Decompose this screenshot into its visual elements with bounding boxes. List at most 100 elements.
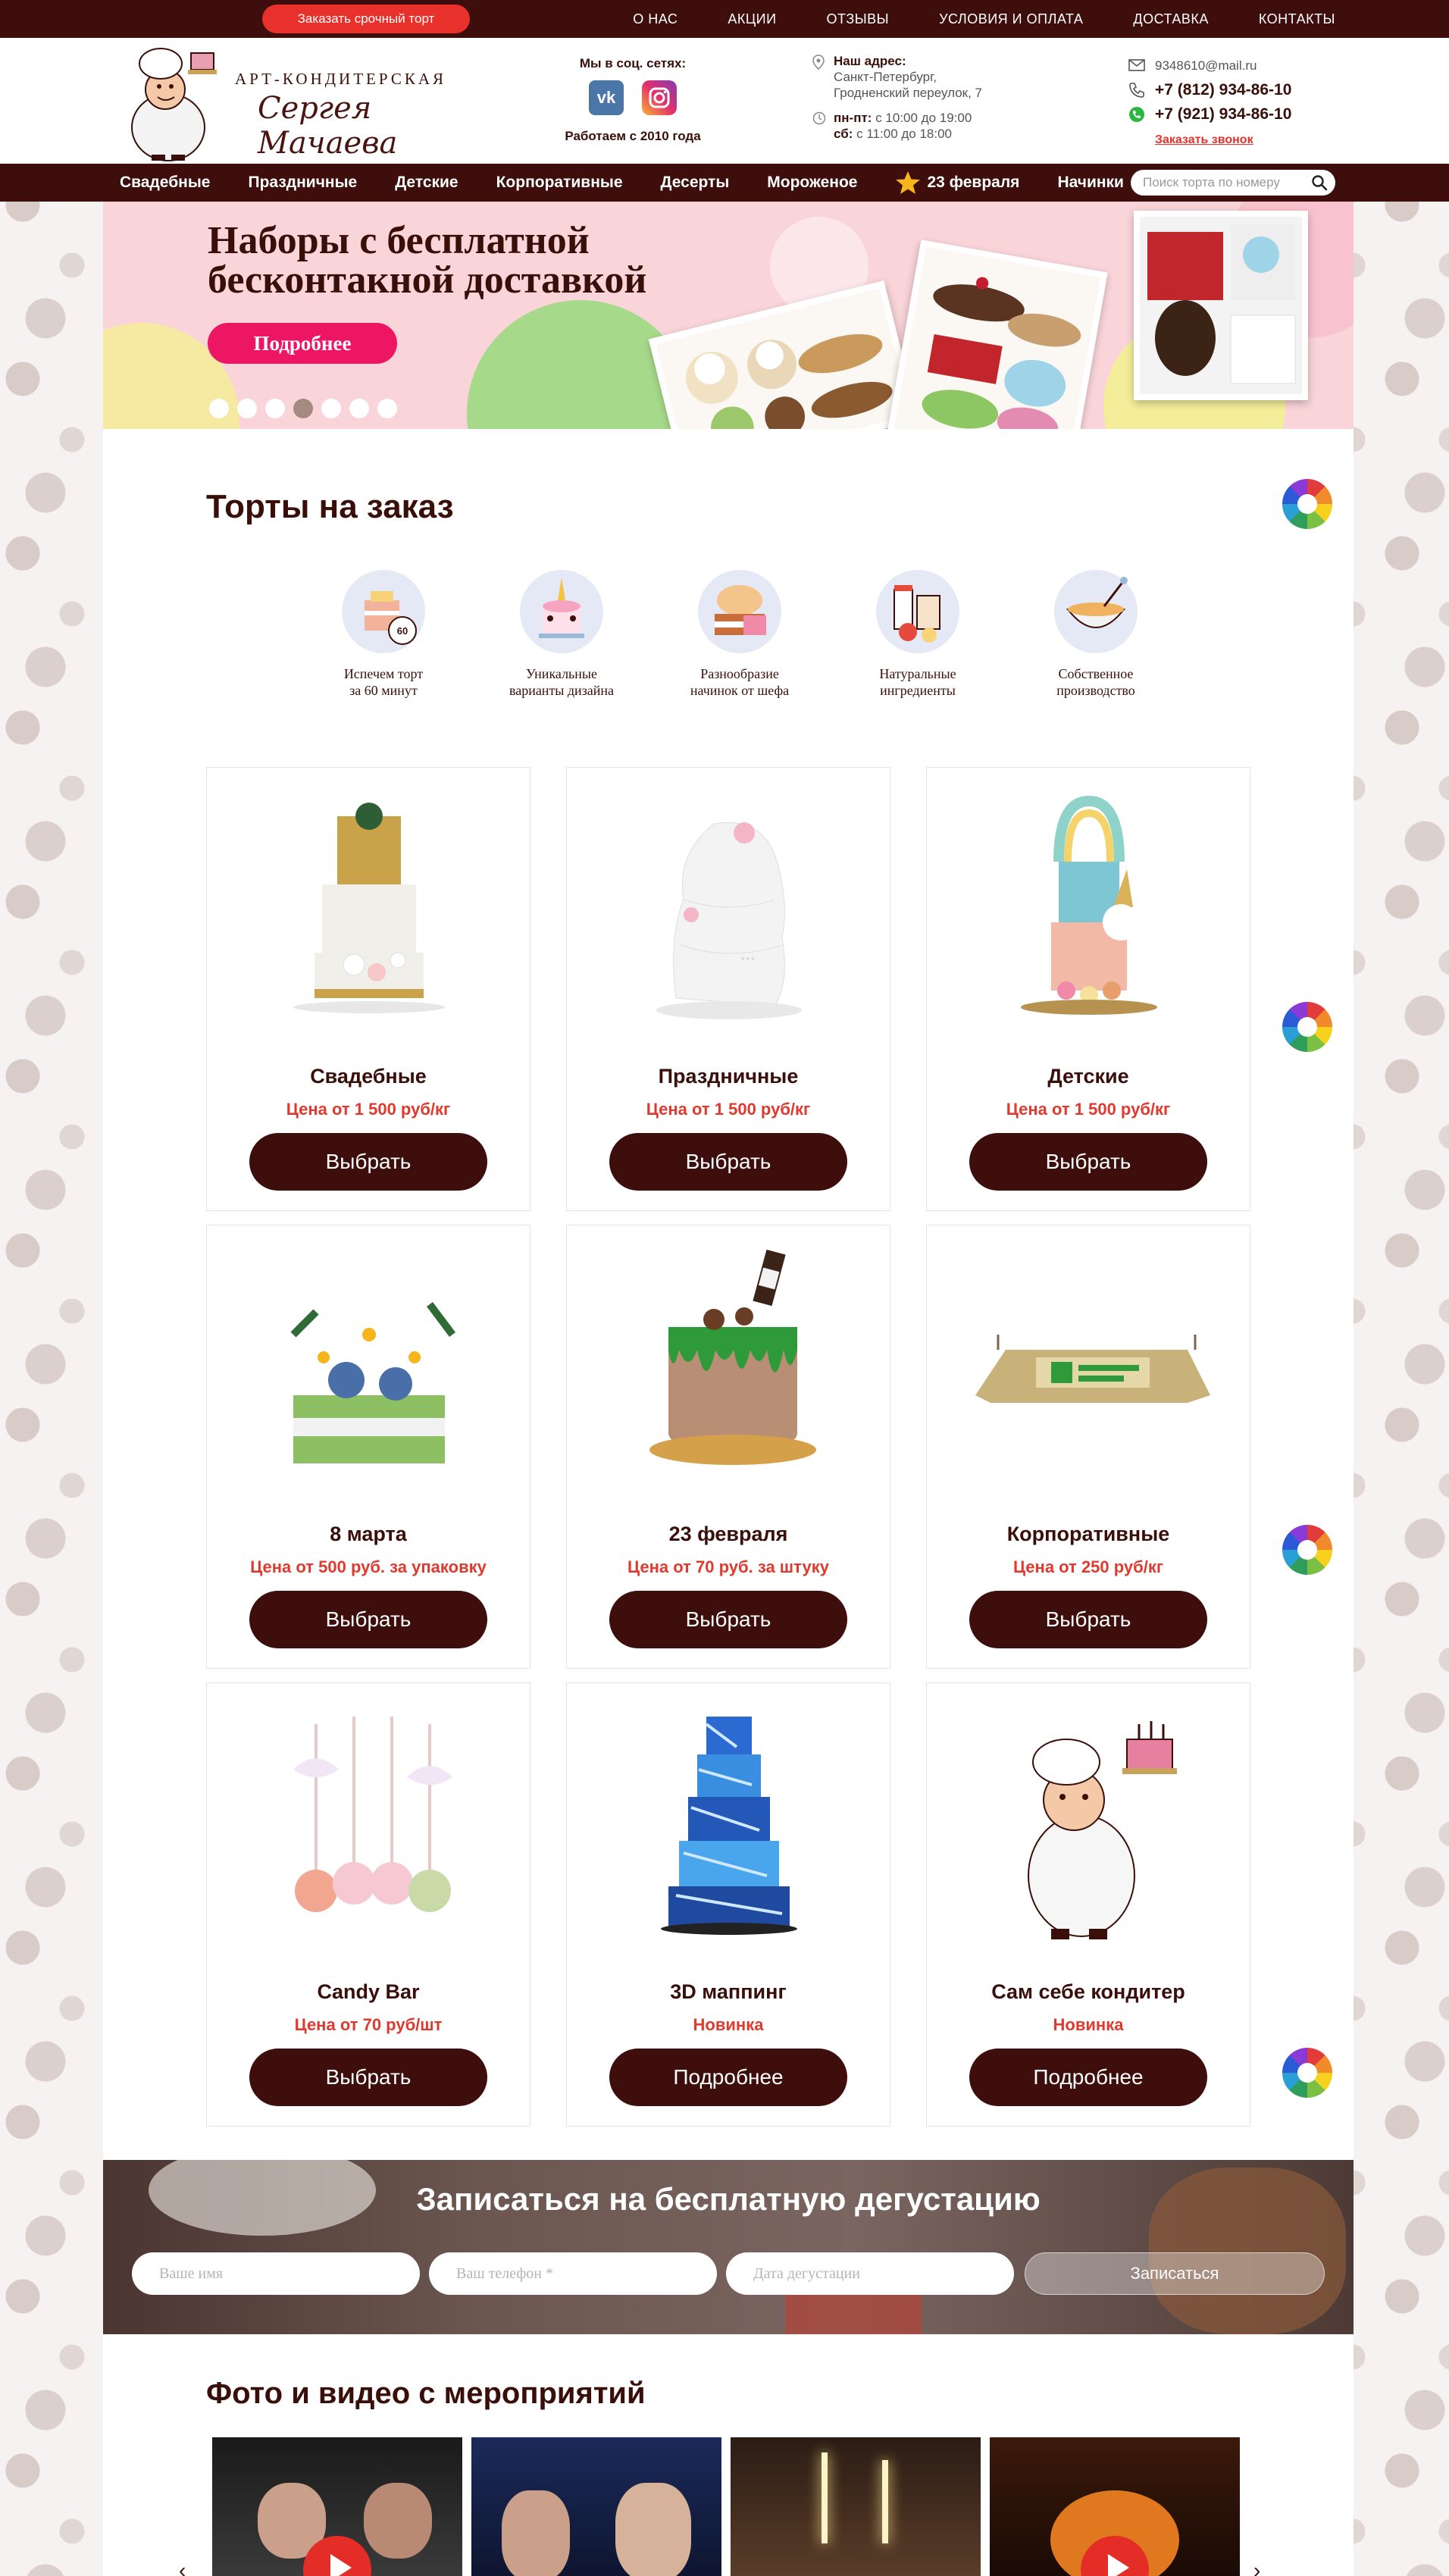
banner-more-button[interactable]: Подробнее xyxy=(208,323,397,364)
phone-2[interactable]: +7 (921) 934-86-10 xyxy=(1155,105,1291,123)
person-figure xyxy=(364,2483,432,2559)
card-more-button[interactable]: Подробнее xyxy=(969,2049,1207,2106)
cakes-section-title: Торты на заказ xyxy=(206,488,454,525)
tasting-submit-button[interactable]: Записаться xyxy=(1025,2252,1325,2295)
card-title: Свадебные xyxy=(310,1065,427,1088)
card-price: Цена от 250 руб/кг xyxy=(1012,1557,1164,1576)
tasting-phone-input[interactable] xyxy=(429,2252,717,2295)
search-box xyxy=(1131,170,1335,196)
top-nav-reviews[interactable]: ОТЗЫВЫ xyxy=(827,0,890,38)
card-choose-button[interactable]: Выбрать xyxy=(969,1133,1207,1191)
vk-icon[interactable]: vk xyxy=(589,80,624,115)
top-nav-delivery[interactable]: ДОСТАВКА xyxy=(1133,0,1209,38)
feature-label: Натуральные ингредиенты xyxy=(879,666,956,698)
feature-item: Разнообразие начинок от шефа xyxy=(664,570,815,721)
cat-corporate[interactable]: Корпоративные xyxy=(496,174,623,192)
media-video-4[interactable] xyxy=(990,2437,1240,2576)
media-prev-arrow[interactable]: ‹ xyxy=(179,2559,186,2576)
cat-kids[interactable]: Детские xyxy=(395,174,458,192)
card-choose-button[interactable]: Выбрать xyxy=(249,2049,487,2106)
phone-1[interactable]: +7 (812) 934-86-10 xyxy=(1155,81,1291,99)
top-bar: Заказать срочный торт О НАС АКЦИИ ОТЗЫВЫ… xyxy=(0,0,1449,38)
top-nav-contacts[interactable]: КОНТАКТЫ xyxy=(1259,0,1335,38)
feature-item: Натуральные ингредиенты xyxy=(842,570,994,721)
media-photo-3[interactable] xyxy=(731,2437,981,2576)
cat-desserts[interactable]: Десерты xyxy=(661,174,730,192)
corporate-cake-image xyxy=(975,1335,1210,1403)
top-nav-about[interactable]: О НАС xyxy=(633,0,678,38)
card-price: Цена от 1 500 руб/кг xyxy=(1006,1100,1171,1119)
site-header: АРТ-КОНДИТЕРСКАЯ Сергея Мачаева Мы в соц… xyxy=(0,38,1449,164)
top-nav-promos[interactable]: АКЦИИ xyxy=(728,0,776,38)
slide-dot[interactable] xyxy=(349,399,369,418)
person-figure xyxy=(615,2483,691,2576)
hours-saturday: с 11:00 до 18:00 xyxy=(856,127,953,141)
card-choose-button[interactable]: Выбрать xyxy=(609,1591,847,1648)
instagram-icon[interactable] xyxy=(642,80,677,115)
product-card-diy[interactable]: Сам себе кондитер Новинка Подробнее xyxy=(926,1682,1250,2127)
slide-dot-active[interactable] xyxy=(293,399,313,418)
flower-cake-image xyxy=(290,1302,455,1463)
product-card-3d-mapping[interactable]: 3D маппинг Новинка Подробнее xyxy=(566,1682,890,2127)
media-photo-2[interactable] xyxy=(471,2437,721,2576)
product-card-holiday[interactable]: ◦◦◦ Праздничные Цена от 1 500 руб/кг Выб… xyxy=(566,767,890,1211)
hours-saturday-label: сб: xyxy=(834,127,853,141)
slide-dot[interactable] xyxy=(321,399,341,418)
promo-banner[interactable]: Наборы с бесплатной бесконтакной доставк… xyxy=(103,202,1354,429)
product-card-wedding[interactable]: Свадебные Цена от 1 500 руб/кг Выбрать xyxy=(206,767,530,1211)
cat-fillings[interactable]: Начинки xyxy=(1057,174,1124,192)
top-nav-terms[interactable]: УСЛОВИЯ И ОПЛАТА xyxy=(939,0,1083,38)
search-icon[interactable] xyxy=(1311,174,1328,191)
logo[interactable]: АРТ-КОНДИТЕРСКАЯ Сергея Мачаева xyxy=(121,42,477,162)
slide-dot[interactable] xyxy=(265,399,285,418)
card-price: Цена от 70 руб/шт xyxy=(294,2015,443,2034)
cake-layers-icon xyxy=(698,570,781,653)
slide-dot[interactable] xyxy=(377,399,397,418)
product-card-kids[interactable]: Детские Цена от 1 500 руб/кг Выбрать xyxy=(926,767,1250,1211)
star-icon xyxy=(896,171,921,194)
product-card-candy-bar[interactable]: Candy Bar Цена от 70 руб/шт Выбрать xyxy=(206,1682,530,2127)
slide-dot[interactable] xyxy=(209,399,229,418)
feature-badge: 60 xyxy=(397,625,408,637)
color-wheel-widget-icon[interactable] xyxy=(1282,1525,1332,1575)
product-card-corporate[interactable]: Корпоративные Цена от 250 руб/кг Выбрать xyxy=(926,1225,1250,1669)
tasting-date-input[interactable] xyxy=(726,2252,1014,2295)
chef-mascot-image xyxy=(1028,1721,1177,1939)
urgent-order-button[interactable]: Заказать срочный торт xyxy=(262,5,470,33)
card-choose-button[interactable]: Выбрать xyxy=(609,1133,847,1191)
cat-feb23[interactable]: 23 февраля xyxy=(895,170,1019,196)
tasting-name-input[interactable] xyxy=(132,2252,420,2295)
sparkler xyxy=(882,2460,888,2543)
color-wheel-widget-icon[interactable] xyxy=(1282,1002,1332,1052)
card-choose-button[interactable]: Выбрать xyxy=(249,1133,487,1191)
media-next-arrow[interactable]: › xyxy=(1253,2559,1260,2576)
callback-link[interactable]: Заказать звонок xyxy=(1155,133,1253,146)
card-more-button[interactable]: Подробнее xyxy=(609,2049,847,2106)
color-wheel-widget-icon[interactable] xyxy=(1282,479,1332,529)
logo-signature: Сергея Мачаева xyxy=(258,91,398,161)
feature-label: Собственное производство xyxy=(1056,666,1135,698)
banner-title-line2: бесконтакной доставкой xyxy=(208,258,647,302)
product-card-feb23[interactable]: 23 февраля Цена от 70 руб. за штуку Выбр… xyxy=(566,1225,890,1669)
banner-photo-box xyxy=(1134,211,1308,400)
holiday-cake-image xyxy=(656,822,802,1019)
email-link[interactable]: 9348610@mail.ru xyxy=(1155,58,1257,73)
cat-holiday[interactable]: Праздничные xyxy=(248,174,357,192)
card-choose-button[interactable]: Выбрать xyxy=(969,1591,1207,1648)
cat-icecream[interactable]: Мороженое xyxy=(767,174,857,192)
cat-wedding[interactable]: Свадебные xyxy=(120,174,210,192)
color-wheel-widget-icon[interactable] xyxy=(1282,2048,1332,2098)
address-street: Гродненский переулок, 7 xyxy=(834,86,982,100)
phone-icon xyxy=(1129,83,1144,98)
product-card-march8[interactable]: 8 марта Цена от 500 руб. за упаковку Выб… xyxy=(206,1225,530,1669)
card-choose-button[interactable]: Выбрать xyxy=(249,1591,487,1648)
sparkler xyxy=(822,2452,828,2543)
slide-dot[interactable] xyxy=(237,399,257,418)
banner-title: Наборы с бесплатной бесконтакной доставк… xyxy=(208,221,646,300)
cake-pops-image xyxy=(293,1717,452,1912)
banner-photo-desserts xyxy=(887,239,1108,429)
search-input[interactable] xyxy=(1143,175,1302,190)
media-video-1[interactable] xyxy=(212,2437,462,2576)
contacts-block: 9348610@mail.ru +7 (812) 934-86-10 +7 (9… xyxy=(1128,53,1352,152)
media-section-title: Фото и видео с мероприятий xyxy=(206,2377,646,2410)
